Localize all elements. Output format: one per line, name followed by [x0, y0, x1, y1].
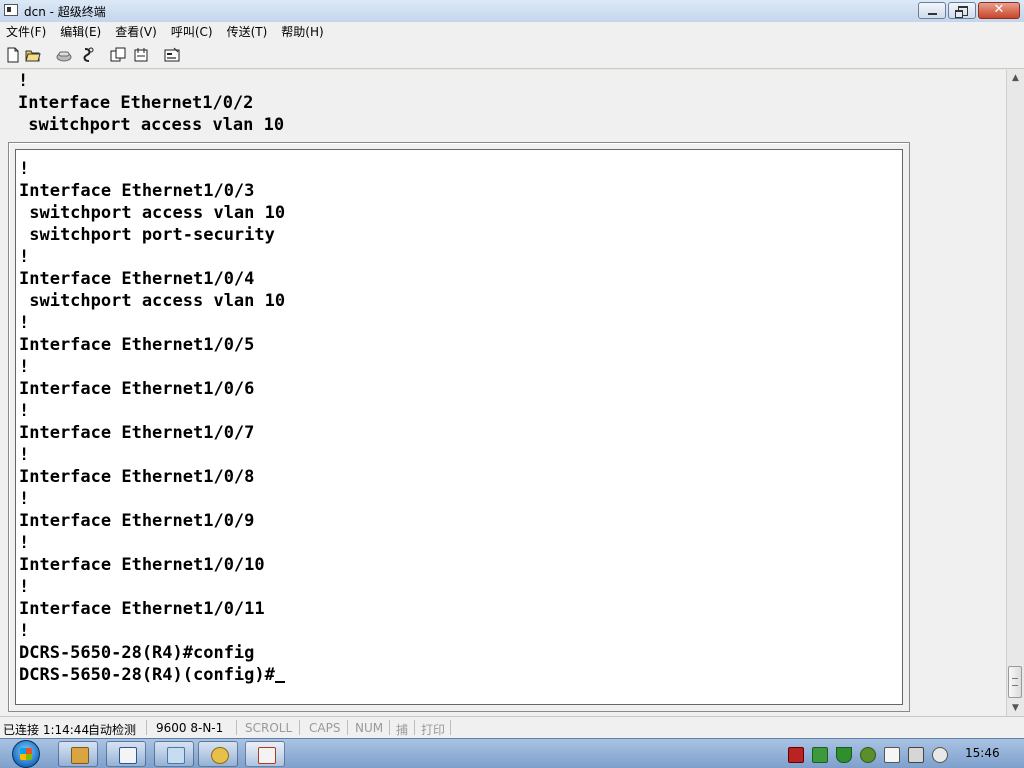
terminal-line: ! [19, 313, 30, 333]
terminal-line: ! [19, 445, 30, 465]
network-tray-icon[interactable] [788, 747, 804, 763]
send-icon[interactable] [110, 47, 126, 63]
scroll-down-arrow-icon[interactable]: ▼ [1009, 702, 1022, 714]
status-scroll: SCROLL [245, 721, 293, 735]
maximize-button[interactable] [948, 2, 976, 19]
scroll-up-arrow-icon[interactable]: ▲ [1009, 72, 1022, 84]
close-button[interactable]: ✕ [978, 2, 1020, 19]
status-connection: 已连接 1:14:44 [3, 723, 90, 737]
status-port: 9600 8-N-1 [156, 721, 224, 735]
menu-help[interactable]: 帮助(H) [281, 23, 323, 40]
terminal-line: ! [18, 71, 29, 91]
terminal-line: Interface Ethernet1/0/6 [19, 379, 255, 399]
security-icon[interactable] [836, 747, 852, 763]
terminal-output: ! Interface Ethernet1/0/3 switchport acc… [19, 158, 285, 686]
status-num: NUM [355, 721, 384, 735]
menu-edit[interactable]: 编辑(E) [60, 23, 101, 40]
properties-icon[interactable] [164, 47, 180, 63]
scroll-thumb[interactable] [1008, 666, 1022, 698]
terminal-line: switchport access vlan 10 [18, 115, 285, 135]
window-title: dcn - 超级终端 [24, 5, 106, 19]
toolbar [0, 41, 1024, 69]
flag-icon[interactable] [884, 747, 900, 763]
file-manager-icon [71, 747, 89, 764]
hyperterminal-icon [258, 747, 276, 764]
terminal-line: Interface Ethernet1/0/7 [19, 423, 255, 443]
start-button[interactable] [8, 739, 44, 768]
ime-icon[interactable] [860, 747, 876, 763]
windows-logo-icon [12, 740, 40, 768]
menu-file[interactable]: 文件(F) [6, 23, 46, 40]
terminal-line: Interface Ethernet1/0/2 [18, 93, 254, 113]
status-capture: 捕 [396, 723, 409, 737]
taskbar-app-network[interactable] [198, 741, 238, 767]
status-detect: 自动检测 [88, 723, 137, 737]
terminal-line: ! [19, 247, 30, 267]
taskbar-app-word[interactable] [106, 741, 146, 767]
status-caps: CAPS [309, 721, 341, 735]
terminal-line: Interface Ethernet1/0/4 [19, 269, 255, 289]
terminal-app-icon [4, 4, 18, 16]
taskbar-app-file-manager[interactable] [58, 741, 98, 767]
text-cursor [274, 681, 285, 683]
terminal-line: Interface Ethernet1/0/5 [19, 335, 255, 355]
taskbar-app-hyperterminal[interactable] [245, 741, 285, 767]
menu-view[interactable]: 查看(V) [115, 23, 157, 40]
minimize-button[interactable] [918, 2, 946, 19]
taskbar-app-explorer[interactable] [154, 741, 194, 767]
speaker-icon[interactable] [932, 747, 948, 763]
minimize-icon [928, 13, 937, 15]
terminal-prompt-line[interactable]: DCRS-5650-28(R4)(config)# [19, 664, 285, 686]
terminal-line: ! [19, 533, 30, 553]
terminal-line: Interface Ethernet1/0/8 [19, 467, 255, 487]
menu-transfer[interactable]: 传送(T) [227, 23, 268, 40]
terminal-line: DCRS-5650-28(R4)#config [19, 643, 255, 663]
taskbar: 15:46 [0, 738, 1024, 768]
terminal-line: Interface Ethernet1/0/9 [19, 511, 255, 531]
vertical-scrollbar[interactable]: ▲ ▼ [1006, 70, 1024, 716]
volume-icon[interactable] [812, 747, 828, 763]
terminal-line: ! [19, 357, 30, 377]
terminal-line: ! [19, 401, 30, 421]
terminal-line: switchport port-security [19, 225, 275, 245]
terminal-line: ! [19, 577, 30, 597]
phone-icon[interactable] [56, 47, 72, 63]
status-print: 打印 [421, 723, 446, 737]
explorer-icon [167, 747, 185, 764]
terminal-line: switchport access vlan 10 [19, 203, 286, 223]
new-file-icon[interactable] [5, 47, 21, 63]
terminal-line: Interface Ethernet1/0/10 [19, 555, 265, 575]
terminal-line: ! [19, 489, 30, 509]
window-controls: ✕ [918, 2, 1020, 20]
terminal-background-lines: ! Interface Ethernet1/0/2 switchport acc… [18, 70, 284, 136]
window-title-bar[interactable]: dcn - 超级终端 ✕ [0, 0, 1024, 23]
status-bar: 已连接 1:14:44 自动检测 9600 8-N-1 SCROLL CAPS … [0, 716, 1024, 738]
word-icon [119, 747, 137, 764]
terminal-line: Interface Ethernet1/0/3 [19, 181, 255, 201]
terminal-line: switchport access vlan 10 [19, 291, 286, 311]
terminal-line: Interface Ethernet1/0/11 [19, 599, 265, 619]
usb-icon[interactable] [908, 747, 924, 763]
terminal-area[interactable]: ! Interface Ethernet1/0/2 switchport acc… [0, 70, 1006, 716]
restore-icon [955, 6, 968, 18]
terminal-line: ! [19, 621, 30, 641]
open-folder-icon[interactable] [25, 47, 41, 63]
terminal-frame: ! Interface Ethernet1/0/3 switchport acc… [8, 142, 910, 712]
close-icon: ✕ [993, 2, 1005, 17]
disconnect-icon[interactable] [80, 47, 96, 63]
system-clock[interactable]: 15:46 [965, 746, 1000, 760]
terminal-prompt: DCRS-5650-28(R4)(config)# [19, 665, 275, 685]
terminal-line: ! [19, 159, 30, 179]
receive-icon[interactable] [133, 47, 149, 63]
terminal-screen[interactable]: ! Interface Ethernet1/0/3 switchport acc… [15, 149, 903, 705]
menu-call[interactable]: 呼叫(C) [171, 23, 213, 40]
menu-bar: 文件(F) 编辑(E) 查看(V) 呼叫(C) 传送(T) 帮助(H) [0, 22, 1024, 41]
network-icon [211, 747, 229, 764]
